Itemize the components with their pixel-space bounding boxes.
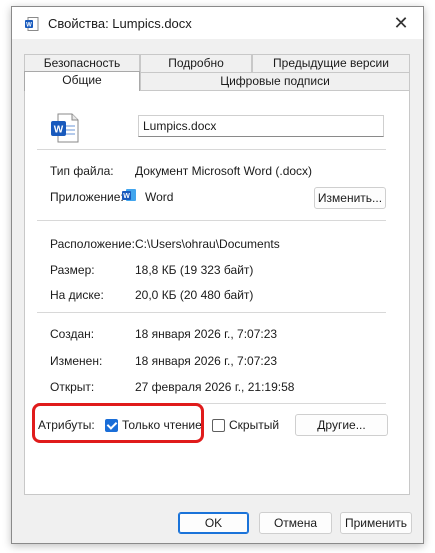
apply-button[interactable]: Применить	[340, 512, 412, 534]
cancel-button[interactable]: Отмена	[259, 512, 332, 534]
separator	[37, 220, 386, 221]
word-app-icon: W	[122, 189, 136, 201]
disk-size-value: 20,0 КБ (20 480 байт)	[135, 288, 254, 302]
button-label: Отмена	[273, 516, 318, 530]
change-app-button[interactable]: Изменить...	[314, 187, 386, 209]
tab-details[interactable]: Подробно	[140, 54, 252, 72]
tab-label: Цифровые подписи	[220, 74, 330, 88]
button-label: Изменить...	[317, 191, 383, 205]
tab-previous-versions[interactable]: Предыдущие версии	[252, 54, 410, 72]
tab-label: Общие	[62, 73, 102, 87]
close-icon: ✕	[393, 12, 409, 33]
file-type-value: Документ Microsoft Word (.docx)	[135, 164, 313, 178]
tab-general[interactable]: Общие	[24, 71, 140, 91]
created-label: Создан:	[50, 327, 95, 341]
app-value: Word	[145, 190, 174, 204]
filename-input[interactable]	[138, 115, 384, 137]
tab-label: Предыдущие версии	[273, 56, 389, 70]
hidden-label[interactable]: Скрытый	[229, 418, 279, 432]
location-label: Расположение:	[50, 237, 135, 251]
properties-dialog: W Свойства: Lumpics.docx ✕ Безопасность …	[11, 6, 424, 544]
modified-label: Изменен:	[50, 354, 103, 368]
button-label: Применить	[344, 516, 407, 530]
button-label: Другие...	[317, 418, 366, 432]
opened-value: 27 февраля 2026 г., 21:19:58	[135, 380, 295, 394]
button-label: OK	[204, 516, 223, 530]
ok-button[interactable]: OK	[178, 512, 249, 534]
general-tab-panel: W Тип файла: Документ Microsoft Word (.d…	[24, 90, 410, 495]
tab-digital-signatures[interactable]: Цифровые подписи	[140, 72, 410, 90]
tab-security[interactable]: Безопасность	[24, 54, 140, 72]
hidden-checkbox[interactable]	[212, 419, 225, 432]
disk-size-label: На диске:	[50, 288, 104, 302]
word-document-icon: W	[25, 17, 39, 31]
created-value: 18 января 2026 г., 7:07:23	[135, 327, 278, 341]
svg-text:W: W	[26, 23, 32, 29]
app-label: Приложение:	[50, 190, 124, 204]
opened-label: Открыт:	[50, 380, 95, 394]
file-type-label: Тип файла:	[50, 164, 114, 178]
tab-label: Безопасность	[43, 56, 121, 70]
word-document-icon: W	[51, 113, 79, 143]
modified-value: 18 января 2026 г., 7:07:23	[135, 354, 278, 368]
title-bar[interactable]: W Свойства: Lumpics.docx ✕	[12, 7, 423, 39]
close-button[interactable]: ✕	[379, 7, 423, 39]
location-value: C:\Users\ohrau\Documents	[135, 237, 280, 251]
window-title: Свойства: Lumpics.docx	[48, 16, 192, 31]
size-value: 18,8 КБ (19 323 байт)	[135, 263, 254, 277]
tab-label: Подробно	[168, 56, 224, 70]
other-attributes-button[interactable]: Другие...	[295, 414, 388, 436]
size-label: Размер:	[50, 263, 95, 277]
separator	[37, 149, 386, 150]
separator	[37, 312, 386, 313]
svg-text:W: W	[54, 125, 64, 136]
svg-text:W: W	[123, 193, 130, 200]
attributes-highlight-outline	[32, 403, 204, 443]
